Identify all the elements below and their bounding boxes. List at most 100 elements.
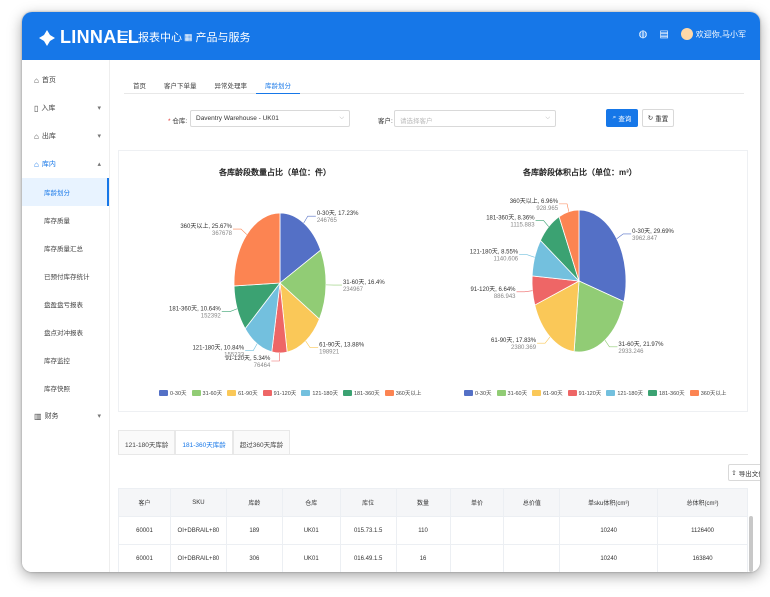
- app-window: LINNALL ☰ 报表中心 ▦ 产品与服务 ◍ ▤ 欢迎你,马小军 ⌂ 首页 …: [22, 12, 760, 572]
- legend-item[interactable]: 31-60天: [191, 389, 222, 397]
- slice-label: 0-30天, 29.69%: [632, 228, 674, 235]
- export-icon: ⇪: [731, 469, 737, 477]
- slice-label: 360天以上, 6.96%: [510, 197, 559, 205]
- sidebar-item-in-warehouse[interactable]: ⌂ 库内 ▴: [22, 150, 109, 178]
- pie-slice[interactable]: [233, 212, 281, 287]
- nav-report-center[interactable]: 报表中心: [138, 29, 182, 45]
- avatar[interactable]: [680, 28, 693, 40]
- sidebar-subitem-stocktake-report[interactable]: 盘盈盘亏报表: [22, 290, 109, 318]
- legend-item[interactable]: 61-90天: [532, 389, 563, 397]
- top-right-tools: ◍ ▤ 欢迎你,马小军: [639, 28, 746, 40]
- col-unit-price[interactable]: 单价: [449, 488, 505, 517]
- table-scrollbar[interactable]: [749, 516, 753, 572]
- tab-age-division[interactable]: 库龄划分: [256, 70, 300, 94]
- reset-button[interactable]: ↻ 重置: [642, 109, 674, 127]
- legend-item[interactable]: 360天以上: [384, 389, 421, 397]
- legend-label: 121-180天: [617, 391, 643, 397]
- table-row[interactable]: 60001 OI+DBRAIL+80 189 UK01 015.73.1.5 1…: [118, 516, 748, 545]
- sidebar-item-outbound[interactable]: ⌂ 出库 ▾: [22, 122, 109, 150]
- subtab-181-360[interactable]: 181-360天库龄: [175, 430, 233, 454]
- sidebar-subitem-hedge-report[interactable]: 盘点对冲报表: [22, 318, 109, 346]
- label-leader-line: [516, 290, 533, 293]
- home-icon: ⌂: [34, 75, 39, 85]
- sidebar-subitem-prepaid-stats[interactable]: 已预付库存统计: [22, 262, 109, 290]
- cell: OI+DBRAIL+80: [169, 516, 227, 545]
- sidebar-subitem-stock-quality[interactable]: 库存质量: [22, 206, 109, 234]
- sidebar-item-finance[interactable]: ▥ 财务 ▾: [22, 402, 109, 430]
- sidebar-item-label: 库内: [41, 161, 56, 168]
- legend-item[interactable]: 91-120天: [567, 389, 601, 397]
- col-quantity[interactable]: 数量: [395, 488, 451, 517]
- col-sku-volume[interactable]: 单sku体积(cm³): [559, 488, 659, 517]
- legend-item[interactable]: 181-360天: [648, 389, 685, 397]
- user-greeting[interactable]: 欢迎你,马小军: [696, 29, 746, 40]
- legend-item[interactable]: 91-120天: [262, 389, 296, 397]
- export-button[interactable]: ⇪ 导出文件: [728, 464, 760, 481]
- menu-fold-icon[interactable]: ☰: [118, 29, 129, 43]
- label-leader-line: [559, 203, 570, 212]
- legend-item[interactable]: 0-30天: [159, 389, 187, 397]
- legend-item[interactable]: 0-30天: [464, 389, 492, 397]
- slice-value-label: 1140.606: [494, 257, 519, 263]
- sidebar-subitem-stock-monitor[interactable]: 库存监控: [22, 346, 109, 374]
- subtab-over-360[interactable]: 超过360天库龄: [232, 430, 291, 454]
- cell: 10240: [559, 544, 659, 572]
- col-total-volume[interactable]: 总体积(cm³): [657, 488, 748, 517]
- legend-item[interactable]: 61-90天: [227, 389, 258, 397]
- legend-swatch: [159, 390, 168, 396]
- nav-products-services[interactable]: ▦ 产品与服务: [184, 29, 251, 45]
- sidebar-item-inbound[interactable]: ▯ 入库 ▾: [22, 94, 109, 122]
- cell: [503, 544, 561, 572]
- slice-label: 31-60天, 16.4%: [343, 279, 385, 286]
- col-warehouse[interactable]: 仓库: [281, 488, 341, 517]
- nav-products-label: 产品与服务: [195, 32, 251, 44]
- sidebar-subitem-stock-snapshot[interactable]: 库存快照: [22, 374, 109, 402]
- query-button[interactable]: ⌕ 查询: [606, 109, 638, 127]
- slice-label: 121-180天, 8.55%: [470, 249, 519, 256]
- legend-swatch: [689, 390, 699, 396]
- cell: 163840: [657, 544, 748, 572]
- legend-label: 181-360天: [659, 391, 685, 397]
- cell: 110: [395, 516, 451, 545]
- subtab-121-180[interactable]: 121-180天库龄: [118, 430, 176, 454]
- legend-item[interactable]: 121-180天: [301, 389, 338, 397]
- col-customer[interactable]: 客户: [118, 488, 171, 517]
- quantity-pie-chart: 0-30天, 17.23%246765 31-60天, 16.4%234967 61…: [169, 210, 385, 369]
- sidebar: ⌂ 首页 ▯ 入库 ▾ ⌂ 出库 ▾ ⌂ 库内 ▴ 库龄划分 库存质量 库存质量…: [22, 60, 110, 572]
- stock-age-table: 客户 SKU 库龄 仓库 库位 数量 单价 总价值 单sku体积(cm³) 总体…: [118, 488, 748, 572]
- outbound-icon: ⌂: [34, 131, 39, 141]
- slice-label: 181-360天, 10.64%: [169, 306, 221, 313]
- tab-exception-rate[interactable]: 异常处理率: [206, 70, 257, 94]
- cell: OI+DBRAIL+80: [169, 544, 227, 572]
- legend-volume: 0-30天 31-60天 61-90天 91-120天 121-180天 181-360天…: [464, 389, 731, 397]
- search-icon: ⌕: [612, 114, 617, 121]
- legend-swatch: [567, 390, 577, 396]
- warehouse-select[interactable]: Daventry Warehouse - UK01 ⌵: [190, 110, 350, 127]
- label-leader-line: [535, 220, 549, 227]
- legend-item[interactable]: 121-180天: [606, 389, 643, 397]
- legend-item[interactable]: 360天以上: [689, 389, 726, 397]
- cell: 1126400: [657, 516, 748, 545]
- label-leader-line: [303, 215, 316, 224]
- document-icon[interactable]: ▤: [659, 29, 668, 40]
- sidebar-item-home[interactable]: ⌂ 首页: [22, 66, 109, 94]
- col-age[interactable]: 库龄: [225, 488, 283, 517]
- col-sku[interactable]: SKU: [169, 488, 227, 517]
- table-row[interactable]: 60001 OI+DBRAIL+80 306 UK01 016.49.1.5 1…: [118, 544, 748, 572]
- globe-icon[interactable]: ◍: [639, 29, 648, 40]
- sidebar-item-label: 出库: [41, 133, 56, 140]
- cell: [449, 516, 505, 545]
- legend-item[interactable]: 181-360天: [343, 389, 380, 397]
- tab-customer-orders[interactable]: 客户下单量: [155, 70, 206, 94]
- slice-value-label: 152392: [201, 314, 222, 320]
- legend-item[interactable]: 31-60天: [496, 389, 527, 397]
- col-total-value[interactable]: 总价值: [503, 488, 561, 517]
- legend-swatch: [301, 390, 311, 396]
- customer-select[interactable]: 请选择客户 ⌵: [394, 110, 556, 127]
- legend-quantity: 0-30天 31-60天 61-90天 91-120天 121-180天 181-360天…: [159, 389, 426, 397]
- sidebar-subitem-quality-summary[interactable]: 库存质量汇总: [22, 234, 109, 262]
- legend-label: 0-30天: [475, 391, 492, 397]
- col-location[interactable]: 库位: [339, 488, 397, 517]
- sidebar-subitem-age-division[interactable]: 库龄划分: [22, 178, 109, 206]
- tab-home[interactable]: 首页: [124, 70, 155, 94]
